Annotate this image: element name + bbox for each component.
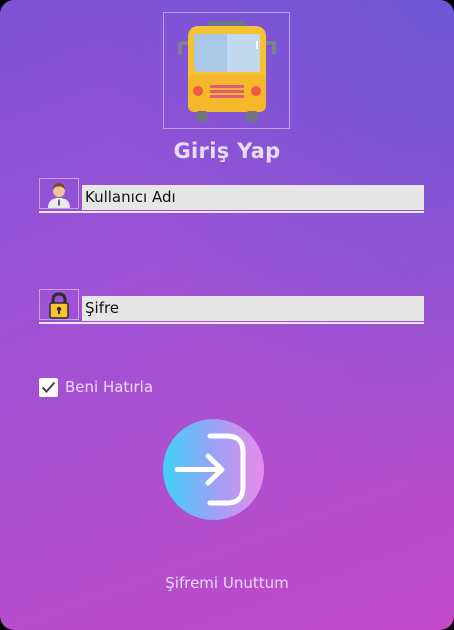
username-underline	[39, 211, 424, 213]
username-icon-frame	[39, 178, 79, 209]
forgot-password-link[interactable]: Şifremi Unuttum	[0, 574, 454, 592]
password-icon-frame	[39, 289, 79, 320]
bus-icon	[178, 21, 276, 122]
password-underline	[39, 322, 424, 324]
logo-frame	[163, 12, 290, 129]
login-window: Giriş Yap Kullanıcı Adı Şifre Beni Hatır…	[0, 0, 454, 630]
checkmark-icon	[41, 381, 56, 393]
login-button[interactable]	[163, 419, 264, 520]
remember-me-checkbox[interactable]	[39, 377, 58, 397]
login-arrow-icon	[174, 433, 246, 506]
username-field[interactable]: Kullanıcı Adı	[82, 185, 424, 210]
remember-me-option[interactable]: Beni Hatırla	[39, 377, 153, 397]
padlock-icon	[49, 292, 69, 319]
password-field[interactable]: Şifre	[82, 296, 424, 321]
user-avatar-icon	[48, 183, 70, 208]
page-title: Giriş Yap	[173, 139, 281, 163]
remember-me-label: Beni Hatırla	[65, 378, 154, 396]
